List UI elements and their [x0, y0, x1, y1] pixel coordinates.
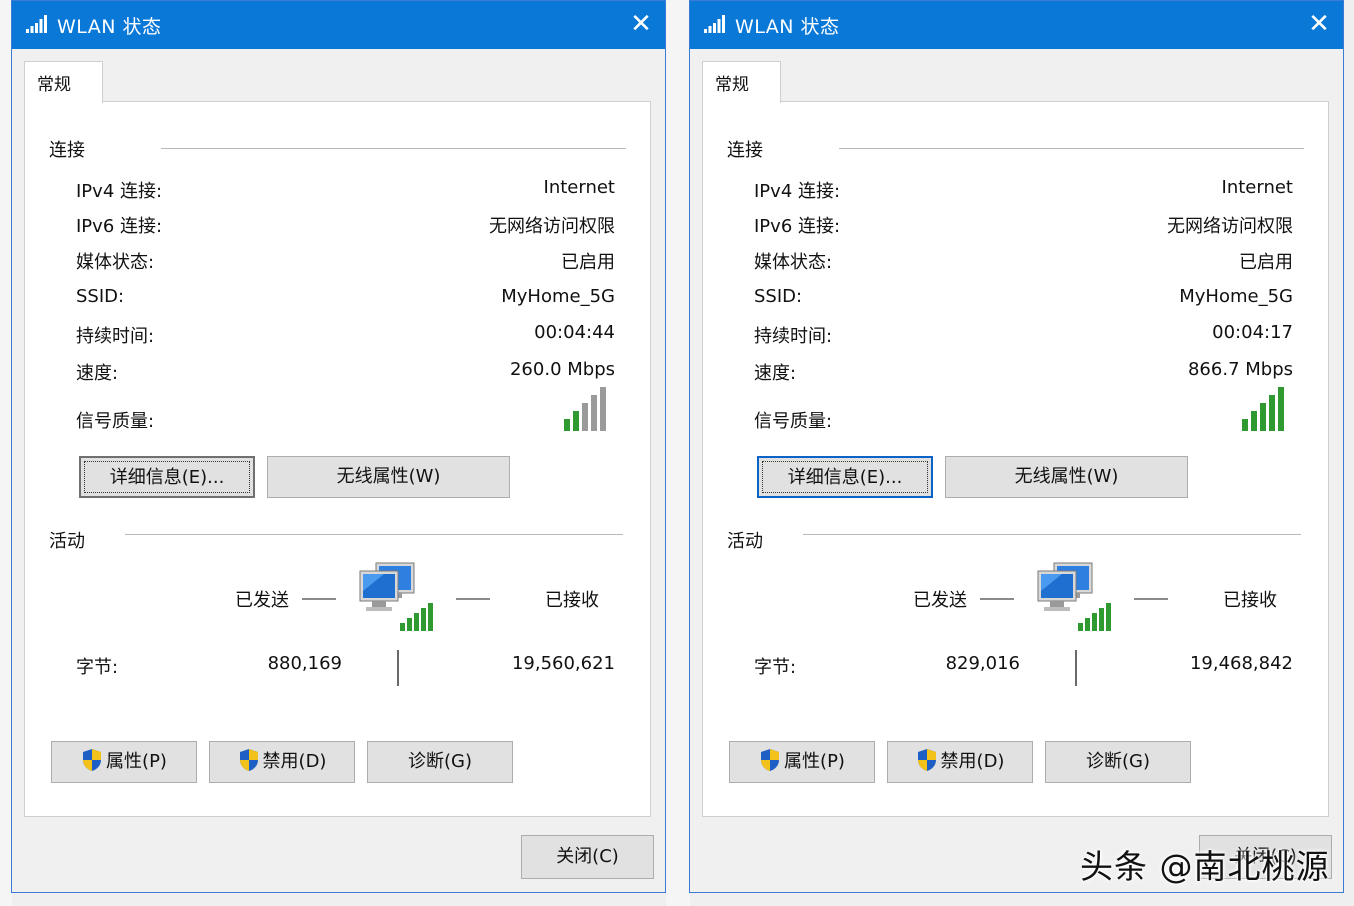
title-bar: WLAN 状态 ✕	[690, 1, 1343, 49]
signal-bar	[564, 419, 570, 431]
background-window-middle	[666, 0, 690, 906]
wifi-signal-icon	[704, 15, 725, 33]
section-divider	[125, 534, 623, 535]
bytes-sent-value: 880,169	[267, 653, 342, 674]
properties-button[interactable]: 属性(P)	[51, 741, 197, 783]
signal-strength-icon	[1242, 387, 1284, 431]
bytes-sent-value: 829,016	[945, 653, 1020, 674]
disable-button[interactable]: 禁用(D)	[209, 741, 355, 783]
ssid-value: MyHome_5G	[1179, 286, 1293, 307]
uac-shield-icon	[239, 748, 258, 771]
ssid-label: SSID:	[76, 286, 125, 307]
duration-label: 持续时间:	[76, 326, 155, 347]
section-divider	[161, 148, 626, 149]
details-button[interactable]: 详细信息(E)...	[757, 456, 933, 498]
media-state-label: 媒体状态:	[76, 252, 155, 273]
diagnose-button[interactable]: 诊断(G)	[367, 741, 513, 783]
signal-quality-label: 信号质量:	[754, 411, 833, 432]
close-icon[interactable]: ✕	[1295, 1, 1343, 49]
sent-connector-line	[980, 598, 1014, 600]
signal-bar	[1269, 395, 1275, 431]
wlan-status-dialog-2: WLAN 状态 ✕ 常规 连接 IPv4 连接: Internet IPv6 连…	[689, 0, 1344, 893]
bytes-received-value: 19,560,621	[511, 653, 615, 674]
ipv4-value: Internet	[1221, 177, 1293, 198]
signal-bar	[1242, 419, 1248, 431]
received-connector-line	[1134, 598, 1168, 600]
bytes-divider	[397, 650, 399, 686]
signal-quality-label: 信号质量:	[76, 411, 155, 432]
speed-value: 260.0 Mbps	[509, 359, 615, 380]
ssid-value: MyHome_5G	[501, 286, 615, 307]
ipv6-value: 无网络访问权限	[489, 216, 615, 237]
section-divider	[839, 148, 1304, 149]
wifi-signal-icon	[26, 15, 47, 33]
network-computers-icon	[1037, 562, 1111, 631]
section-connection-label: 连接	[727, 140, 763, 161]
received-label: 已接收	[545, 590, 599, 611]
duration-value: 00:04:17	[1212, 322, 1293, 343]
window-title: WLAN 状态	[735, 16, 840, 38]
diagnose-button[interactable]: 诊断(G)	[1045, 741, 1191, 783]
signal-bar	[573, 411, 579, 431]
section-activity-label: 活动	[49, 531, 85, 552]
section-divider	[803, 534, 1301, 535]
wireless-properties-button[interactable]: 无线属性(W)	[267, 456, 510, 498]
ipv6-label: IPv6 连接:	[76, 216, 163, 237]
signal-strength-icon	[564, 387, 606, 431]
signal-bar	[600, 387, 606, 431]
duration-label: 持续时间:	[754, 326, 833, 347]
ipv4-label: IPv4 连接:	[76, 181, 163, 202]
sent-label: 已发送	[235, 590, 289, 611]
bytes-received-value: 19,468,842	[1189, 653, 1293, 674]
signal-bar	[1251, 411, 1257, 431]
general-panel: 连接 IPv4 连接: Internet IPv6 连接: 无网络访问权限 媒体…	[24, 101, 651, 817]
window-title: WLAN 状态	[57, 16, 162, 38]
bytes-divider	[1075, 650, 1077, 686]
received-connector-line	[456, 598, 490, 600]
ssid-label: SSID:	[754, 286, 803, 307]
title-bar: WLAN 状态 ✕	[12, 1, 665, 49]
sent-connector-line	[302, 598, 336, 600]
ipv4-label: IPv4 连接:	[754, 181, 841, 202]
wireless-properties-button[interactable]: 无线属性(W)	[945, 456, 1188, 498]
speed-label: 速度:	[754, 363, 797, 384]
uac-shield-icon	[761, 748, 780, 771]
uac-shield-icon	[83, 748, 102, 771]
section-activity-label: 活动	[727, 531, 763, 552]
uac-shield-icon	[917, 748, 936, 771]
media-state-value: 已启用	[561, 252, 615, 273]
bytes-label: 字节:	[754, 657, 797, 678]
tab-general[interactable]: 常规	[24, 61, 103, 103]
ipv4-value: Internet	[543, 177, 615, 198]
signal-bar	[591, 395, 597, 431]
media-state-label: 媒体状态:	[754, 252, 833, 273]
signal-bar	[1260, 403, 1266, 431]
speed-label: 速度:	[76, 363, 119, 384]
bytes-label: 字节:	[76, 657, 119, 678]
sent-label: 已发送	[913, 590, 967, 611]
general-panel: 连接 IPv4 连接: Internet IPv6 连接: 无网络访问权限 媒体…	[702, 101, 1329, 817]
signal-bar	[582, 403, 588, 431]
ipv6-value: 无网络访问权限	[1167, 216, 1293, 237]
duration-value: 00:04:44	[534, 322, 615, 343]
wlan-status-dialog-1: WLAN 状态 ✕ 常规 连接 IPv4 连接: Internet IPv6 连…	[11, 0, 666, 893]
close-icon[interactable]: ✕	[617, 1, 665, 49]
speed-value: 866.7 Mbps	[1187, 359, 1293, 380]
signal-bar	[1278, 387, 1284, 431]
network-computers-icon	[359, 562, 433, 631]
details-button[interactable]: 详细信息(E)...	[79, 456, 255, 498]
watermark: 头条 @南北桃源	[1080, 847, 1330, 886]
close-button[interactable]: 关闭(C)	[521, 835, 654, 879]
section-connection-label: 连接	[49, 140, 85, 161]
tab-general[interactable]: 常规	[702, 61, 781, 103]
ipv6-label: IPv6 连接:	[754, 216, 841, 237]
received-label: 已接收	[1223, 590, 1277, 611]
properties-button[interactable]: 属性(P)	[729, 741, 875, 783]
media-state-value: 已启用	[1239, 252, 1293, 273]
disable-button[interactable]: 禁用(D)	[887, 741, 1033, 783]
